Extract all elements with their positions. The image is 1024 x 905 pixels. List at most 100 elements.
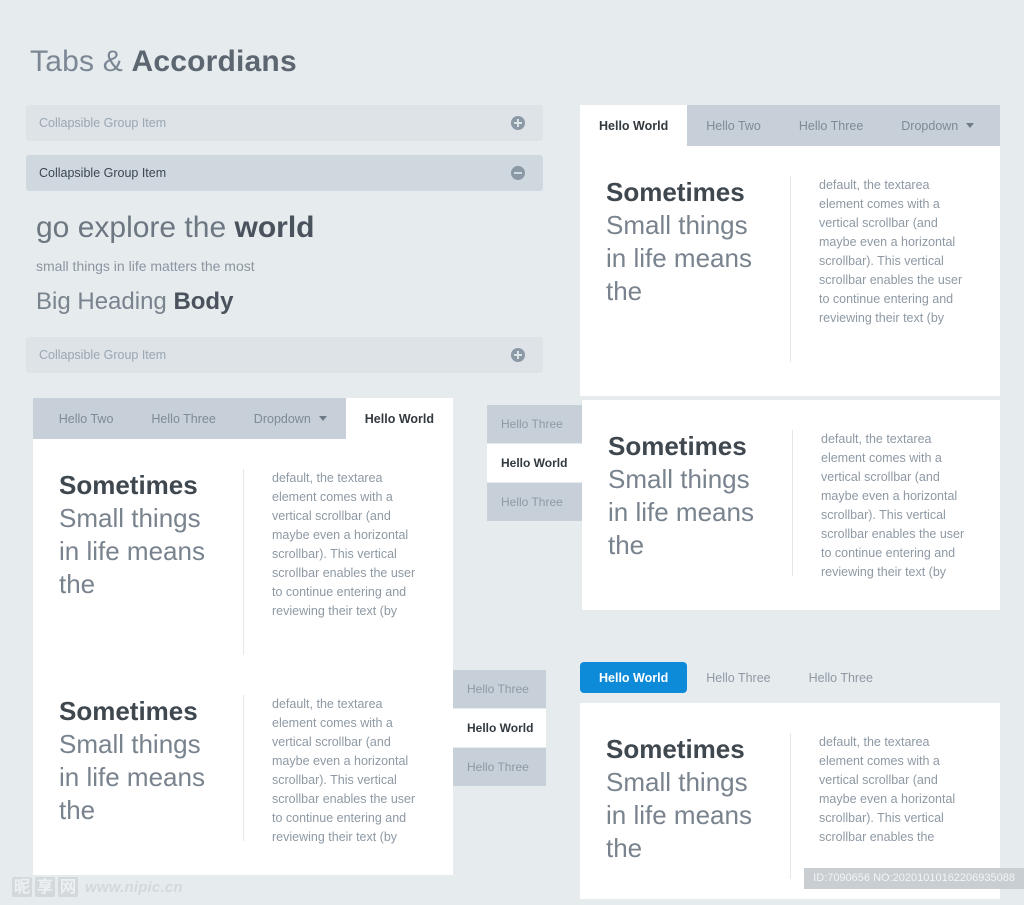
accordion-label-3: Collapsible Group Item (39, 348, 167, 362)
content-lede: Sometimes Small things in life means the (606, 176, 764, 308)
content-column-right: default, the textarea element comes with… (244, 695, 424, 844)
content-lede: Sometimes Small things in life means the (606, 733, 764, 865)
tab-content-top-right: Sometimes Small things in life means the … (580, 146, 1000, 396)
accordion-heading-2: Big Heading Body (36, 287, 533, 317)
accordion-heading-1: go explore the world (36, 209, 533, 247)
tab-label: Hello Three (808, 670, 873, 685)
accordion-panel-body: go explore the world small things in lif… (26, 191, 543, 337)
content-paragraph: default, the textarea element comes with… (819, 178, 963, 325)
tab-panel-mid-right: Hello Three Hello World Hello Three Some… (487, 400, 1000, 610)
content-lede: Sometimes Small things in life means the (59, 469, 217, 601)
tab-label: Hello Three (798, 118, 864, 133)
pill-tab-hello-three-1[interactable]: Hello Three (687, 662, 789, 693)
tab-hello-three[interactable]: Hello Three (132, 398, 234, 439)
accordion-heading-2-light: Big Heading (36, 288, 174, 315)
content-column-right: default, the textarea element comes with… (791, 176, 971, 362)
tab-dropdown[interactable]: Dropdown (235, 398, 346, 439)
accordion-header-1[interactable]: Collapsible Group Item (26, 105, 543, 141)
tabbar-top-right: Hello World Hello Two Hello Three Dropdo… (580, 105, 1000, 146)
vtab-hello-world[interactable]: Hello World (487, 444, 582, 482)
vertical-tabbar-bottom-left: Hello Three Hello World Hello Three (453, 665, 546, 875)
content-column-left: Sometimes Small things in life means the (59, 695, 244, 841)
tab-label: Hello Three (501, 495, 563, 509)
watermark-char-3: 网 (58, 877, 79, 897)
content-paragraph: default, the textarea element comes with… (819, 735, 956, 844)
tab-label: Dropdown (253, 411, 311, 426)
vtab-hello-three-1[interactable]: Hello Three (453, 670, 546, 708)
tab-label: Hello World (501, 456, 568, 470)
tab-dropdown[interactable]: Dropdown (882, 105, 993, 146)
tab-hello-world[interactable]: Hello World (345, 398, 453, 439)
tab-label: Hello Three (706, 670, 771, 685)
content-paragraph: default, the textarea element comes with… (821, 432, 965, 579)
accordion-label-1: Collapsible Group Item (39, 116, 167, 130)
minus-circle-icon[interactable] (511, 166, 525, 180)
content-lede-rest: Small things in life means the (608, 464, 754, 560)
vtab-hello-three-1[interactable]: Hello Three (487, 405, 582, 443)
content-column-right: default, the textarea element comes with… (244, 469, 424, 655)
plus-circle-icon[interactable] (511, 116, 525, 130)
accordion-subtext: small things in life matters the most (36, 258, 255, 274)
watermark-char-2: 享 (35, 877, 56, 897)
image-id-badge: ID:7090656 NO:20201010162206935088 (804, 868, 1024, 889)
content-lede-bold: Sometimes (606, 177, 745, 207)
vtab-hello-three-2[interactable]: Hello Three (487, 483, 582, 521)
watermark-url: www.nipic.cn (85, 878, 183, 896)
tab-panel-bottom-right: Hello World Hello Three Hello Three Some… (580, 660, 1000, 899)
accordion-gap-1 (26, 141, 543, 155)
accordion-heading-2-bold: Body (173, 288, 234, 315)
tab-label: Hello World (364, 411, 434, 426)
tab-hello-two[interactable]: Hello Two (687, 105, 780, 146)
pill-tab-hello-three-2[interactable]: Hello Three (790, 662, 892, 693)
vtab-hello-three-2[interactable]: Hello Three (453, 748, 546, 786)
tab-hello-two[interactable]: Hello Two (40, 398, 133, 439)
tab-panel-mid-left: Hello Two Hello Three Dropdown Hello Wor… (33, 398, 453, 689)
plus-circle-icon[interactable] (511, 348, 525, 362)
watermark-char-1: 昵 (12, 877, 33, 897)
chevron-down-icon[interactable] (966, 123, 975, 128)
tab-label: Hello Two (706, 118, 761, 133)
content-lede-rest: Small things in life means the (606, 767, 752, 863)
page-title-light: Tabs & (30, 45, 132, 78)
content-lede-rest: Small things in life means the (606, 210, 752, 306)
pill-tab-hello-world[interactable]: Hello World (580, 662, 688, 693)
pill-tabbar-bottom-right: Hello World Hello Three Hello Three (580, 660, 1000, 695)
accordion-group: Collapsible Group Item Collapsible Group… (26, 105, 543, 373)
site-watermark: 昵 享 网 www.nipic.cn (12, 877, 183, 897)
content-lede: Sometimes Small things in life means the (59, 695, 217, 827)
content-column-left: Sometimes Small things in life means the (59, 469, 244, 655)
content-column-left: Sometimes Small things in life means the (606, 733, 791, 879)
tabbar-mid-left: Hello Two Hello Three Dropdown Hello Wor… (33, 398, 453, 439)
content-paragraph: default, the textarea element comes with… (272, 697, 416, 844)
accordion-header-2[interactable]: Collapsible Group Item (26, 155, 543, 191)
vtab-hello-world[interactable]: Hello World (453, 709, 546, 747)
tab-label: Hello Three (151, 411, 216, 426)
content-column-right: default, the textarea element comes with… (791, 733, 971, 879)
content-lede-bold: Sometimes (608, 431, 747, 461)
chevron-down-icon[interactable] (318, 416, 327, 421)
tab-panel-bottom-left: Sometimes Small things in life means the … (33, 665, 546, 875)
tab-hello-world[interactable]: Hello World (580, 105, 688, 146)
tab-label: Hello World (467, 721, 534, 735)
tab-label: Hello Two (58, 411, 114, 426)
page-title: Tabs & Accordians (30, 44, 297, 80)
page-title-bold: Accordians (131, 45, 297, 78)
tab-hello-three[interactable]: Hello Three (780, 105, 882, 146)
vertical-tabbar-mid-right: Hello Three Hello World Hello Three (487, 400, 582, 610)
content-column-right: default, the textarea element comes with… (793, 430, 973, 579)
content-column-left: Sometimes Small things in life means the (608, 430, 793, 576)
content-lede-bold: Sometimes (606, 734, 745, 764)
tab-content-mid-right: Sometimes Small things in life means the … (582, 400, 1000, 610)
content-paragraph: default, the textarea element comes with… (272, 471, 416, 618)
content-column-left: Sometimes Small things in life means the (606, 176, 791, 362)
accordion-header-3[interactable]: Collapsible Group Item (26, 337, 543, 373)
content-lede-bold: Sometimes (59, 470, 198, 500)
tab-label: Hello Three (467, 760, 529, 774)
tab-label: Hello Three (501, 417, 563, 431)
tab-label: Hello World (599, 670, 669, 685)
watermark-logo: 昵 享 网 (12, 877, 79, 897)
tab-content-mid-left: Sometimes Small things in life means the … (33, 439, 453, 689)
accordion-heading-1-bold: world (234, 211, 315, 244)
content-lede: Sometimes Small things in life means the (608, 430, 766, 562)
content-lede-rest: Small things in life means the (59, 503, 205, 599)
